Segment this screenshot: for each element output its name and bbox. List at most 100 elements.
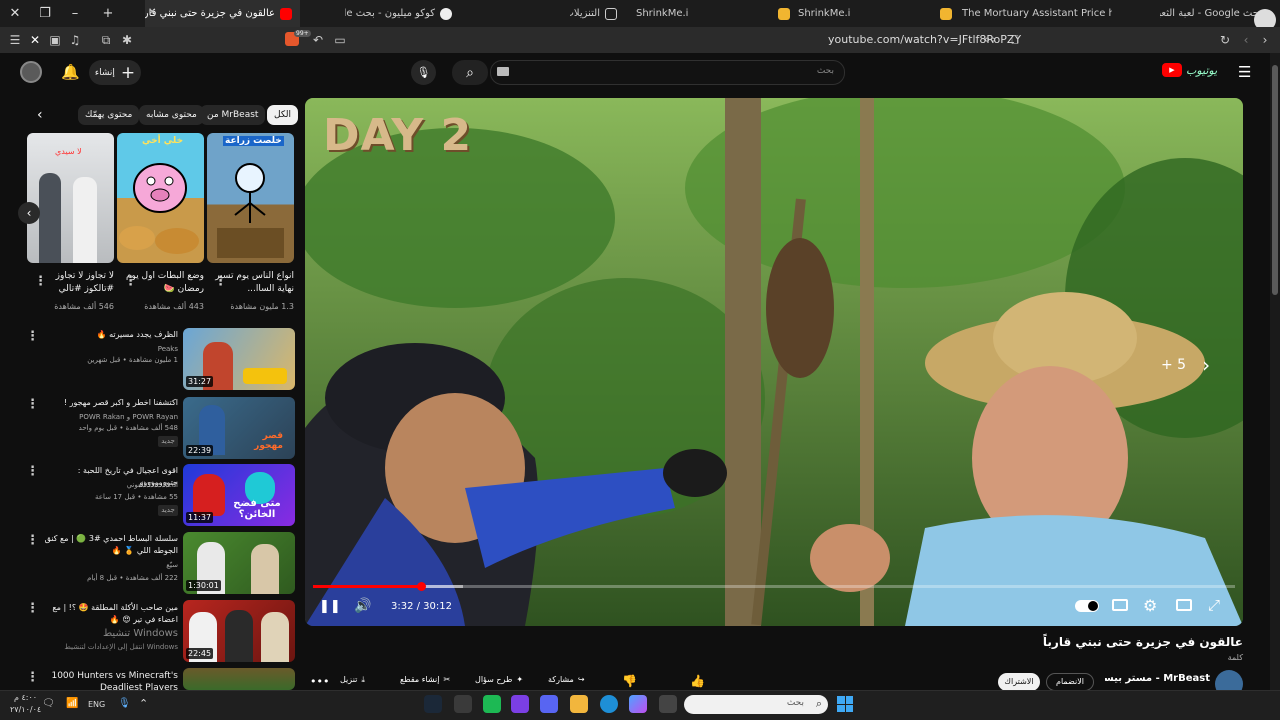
edge-taskbar-icon[interactable] — [600, 695, 618, 713]
back-icon[interactable]: ↶ — [308, 30, 328, 50]
tab-google-search[interactable]: كوكو ميليون - بحث Google — [345, 0, 460, 27]
settings-gear-icon[interactable]: ⚙ — [1143, 596, 1157, 615]
chip-related[interactable]: محتوى مشابه — [139, 105, 204, 125]
rec-more-icon-3[interactable]: ⋮ — [26, 465, 39, 478]
channel-name[interactable]: MrBeast - مستر بيست — [1105, 673, 1210, 684]
tab-mortuary[interactable]: The Mortuary Assistant Price history — [932, 0, 1112, 27]
join-button[interactable]: الانضمام — [1046, 673, 1094, 691]
rec-title-1[interactable]: الظرف يجدد مسيرته 🔥 — [38, 329, 178, 341]
taskbar-search[interactable]: بحث ⌕ — [684, 695, 828, 714]
rec-thumbnail-4[interactable]: 1:30:01 — [183, 532, 295, 594]
ask-button[interactable]: ✦ طرح سؤال — [475, 675, 523, 684]
short-thumbnail-2[interactable]: خلي أخي — [117, 133, 204, 263]
rec-thumbnail-2[interactable]: قصر مهجور 22:39 — [183, 397, 295, 459]
screenshot-icon[interactable]: ⧉ — [96, 30, 116, 50]
clip-button[interactable]: ✂ إنشاء مقطع — [400, 675, 450, 684]
volume-icon[interactable]: 🔊 — [354, 598, 371, 614]
nav-forward-icon[interactable]: › — [1255, 30, 1275, 50]
rec-more-icon-4[interactable]: ⋮ — [26, 534, 39, 547]
tab-youtube[interactable]: عالقون في جزيرة حتى نبني قارباً — [145, 0, 300, 27]
nav-back-icon[interactable]: ‹ — [1236, 30, 1256, 50]
like-button[interactable]: 👍 — [690, 674, 705, 688]
chevron-up-icon[interactable]: ⌃ — [139, 697, 148, 710]
task-view-taskbar-icon[interactable] — [659, 695, 677, 713]
microphone-tray-icon[interactable]: 🎙 — [118, 698, 131, 709]
restore-window-icon[interactable]: ❐ — [30, 0, 60, 27]
rec-channel-2[interactable]: POWR Rayan و POWR Rakan — [38, 412, 178, 423]
tab-close-icon[interactable]: ✕ — [148, 7, 156, 18]
page-scrollbar[interactable] — [1270, 53, 1280, 690]
short-thumbnail-3[interactable]: لا سيدي — [27, 133, 114, 263]
tab-shrinkme-1[interactable]: ShrinkMe.io — [628, 0, 688, 27]
autoplay-toggle[interactable] — [1075, 600, 1099, 612]
rec-title-2[interactable]: اكتشفنا اخطر و اكبر قصر مهجور ! — [38, 397, 178, 409]
copilot-taskbar-icon[interactable] — [629, 695, 647, 713]
rec-title-5[interactable]: مين صاحب الأكلة المطلقة 🤩 ؟! | مع اعضاء … — [38, 602, 178, 626]
rec-thumbnail-5[interactable]: 22:45 — [183, 600, 295, 662]
short-more-icon-1[interactable]: ⋮ — [214, 275, 227, 288]
avatar[interactable] — [20, 61, 42, 83]
create-button[interactable]: إنشاء + — [89, 60, 141, 85]
rec-channel-1[interactable]: Peaks — [38, 344, 178, 355]
app-green-taskbar-icon[interactable] — [483, 695, 501, 713]
chip-from-mrbeast[interactable]: من MrBeast — [200, 105, 266, 125]
dislike-button[interactable]: 👎 — [622, 674, 637, 688]
short-more-icon-2[interactable]: ⋮ — [124, 275, 137, 288]
pause-button[interactable]: ❚❚ — [319, 599, 341, 614]
tab-shrinkme-2[interactable]: ShrinkMe.io — [770, 0, 850, 27]
progress-track[interactable] — [313, 582, 1235, 591]
fullscreen-icon[interactable]: ⤢ — [1208, 596, 1220, 614]
extensions-icon[interactable]: ✱ — [117, 30, 137, 50]
shorts-prev-button[interactable]: ‹ — [18, 202, 40, 224]
discord-taskbar-icon[interactable] — [540, 695, 558, 713]
reader-icon[interactable]: ▭ — [330, 30, 350, 50]
next-video-count[interactable]: + 5 › — [1161, 353, 1210, 377]
rec-more-icon-5[interactable]: ⋮ — [26, 602, 39, 615]
reload-icon[interactable]: ↻ — [1215, 30, 1235, 50]
subtitles-icon[interactable] — [1112, 599, 1128, 611]
x-icon[interactable]: ✕ — [25, 30, 45, 50]
rec-more-icon-1[interactable]: ⋮ — [26, 330, 39, 343]
short-thumbnail-1[interactable]: خلصت زراعة — [207, 133, 294, 263]
share-button[interactable]: ↪ مشاركة — [548, 675, 585, 684]
youtube-logo[interactable]: ▶ يوتيوب — [1162, 63, 1217, 77]
voice-search-icon[interactable]: 🎙 — [411, 60, 436, 85]
miniplayer-icon[interactable] — [1176, 599, 1192, 611]
bookmark-icon[interactable]: ⎕ — [1005, 30, 1025, 50]
subscribe-button[interactable]: الاشتراك — [998, 673, 1040, 691]
search-button-icon[interactable]: ⌕ — [452, 60, 488, 85]
chip-for-you[interactable]: محتوى يهمّك — [78, 105, 140, 125]
minimize-window-icon[interactable]: – — [60, 0, 90, 27]
app-purple-taskbar-icon[interactable] — [511, 695, 529, 713]
notification-icon[interactable]: 🗨 — [42, 698, 55, 709]
rec-thumbnail-1[interactable]: 31:27 — [183, 328, 295, 390]
site-settings-icon[interactable]: ⚯ — [980, 30, 1000, 50]
notifications-bell-icon[interactable]: 🔔 — [61, 63, 80, 81]
menu-icon[interactable]: ☰ — [5, 30, 25, 50]
start-windows-icon[interactable] — [837, 696, 853, 712]
music-icon[interactable]: ♫ — [65, 30, 85, 50]
more-actions-icon[interactable]: ••• — [310, 675, 329, 688]
rec-more-icon-6[interactable]: ⋮ — [26, 671, 39, 684]
new-tab-button[interactable]: + — [90, 0, 126, 27]
short-more-icon-3[interactable]: ⋮ — [34, 275, 47, 288]
search-input[interactable]: بحث — [490, 60, 845, 85]
wifi-icon[interactable]: 📶 — [66, 698, 78, 709]
close-window-icon[interactable]: ✕ — [0, 0, 30, 27]
tab-downloads[interactable]: التنزيلات — [570, 0, 625, 27]
rec-thumbnail-6[interactable] — [183, 668, 295, 690]
video-player[interactable]: DAY 2 + 5 › ❚❚ 🔊 3:32 / 30:12 ⚙ ⤢ — [305, 98, 1243, 626]
chip-all[interactable]: الكل — [267, 105, 299, 125]
steam-taskbar-icon[interactable] — [424, 695, 442, 713]
rec-channel-4[interactable]: سيّع — [38, 560, 178, 571]
settings-taskbar-icon[interactable] — [454, 695, 472, 713]
scrollbar-thumb[interactable] — [1272, 65, 1278, 295]
chips-back-icon[interactable]: ‹ — [37, 107, 43, 123]
guide-menu-icon[interactable]: ☰ — [1238, 63, 1251, 81]
download-button[interactable]: ⤓ تنزيل — [340, 675, 365, 685]
rec-thumbnail-3[interactable]: متى فضح الخائن؟ 11:37 — [183, 464, 295, 526]
file-explorer-taskbar-icon[interactable] — [570, 695, 588, 713]
sidebar-icon[interactable]: ▣ — [45, 30, 65, 50]
rec-title-6[interactable]: 1000 Hunters vs Minecraft's Deadliest Pl… — [38, 670, 178, 690]
rec-channel-3[interactable]: The Real العوني — [38, 480, 178, 491]
